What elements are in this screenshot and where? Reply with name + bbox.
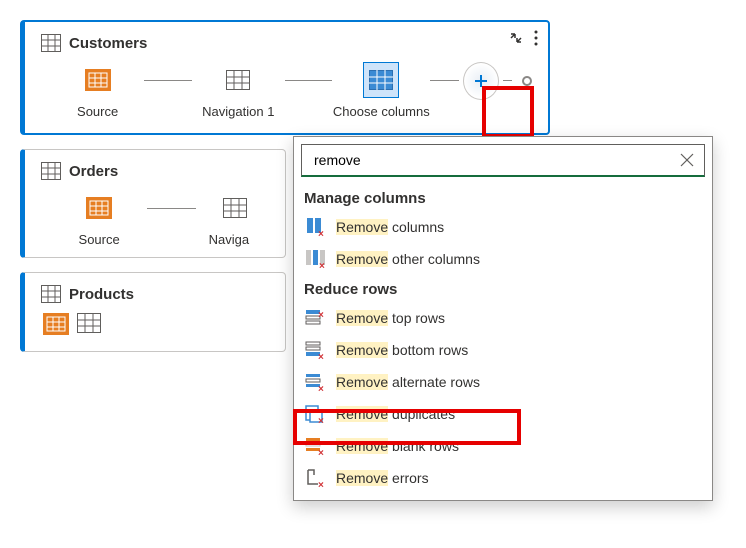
menu-remove-columns[interactable]: × Remove columns [294, 211, 712, 243]
clear-icon[interactable] [680, 153, 694, 167]
menu-remove-duplicates[interactable]: × Remove duplicates [294, 398, 712, 430]
svg-text:×: × [319, 261, 325, 269]
table-icon [41, 285, 61, 303]
steps-row: Source Naviga [41, 190, 269, 247]
step-choose-columns[interactable]: Choose columns [336, 62, 426, 119]
collapse-icon[interactable] [508, 30, 524, 46]
menu-label: Remove duplicates [336, 406, 455, 422]
remove-alternate-rows-icon: × [304, 372, 326, 392]
svg-text:×: × [318, 448, 324, 456]
remove-bottom-rows-icon: × [304, 340, 326, 360]
table-icon [41, 34, 61, 52]
query-card-orders[interactable]: Orders Source Naviga [20, 149, 286, 258]
menu-label: Remove top rows [336, 310, 445, 326]
search-input[interactable] [312, 151, 680, 169]
menu-remove-top-rows[interactable]: × Remove top rows [294, 302, 712, 334]
more-icon[interactable] [534, 30, 538, 46]
section-header: Reduce rows [294, 275, 712, 302]
step-navigation[interactable]: Naviga [200, 190, 269, 247]
end-dot [522, 76, 532, 86]
transform-popup: Manage columns × Remove columns × Remove… [293, 136, 713, 501]
svg-text:×: × [318, 416, 324, 424]
connector [144, 80, 191, 81]
menu-label: Remove blank rows [336, 438, 459, 454]
query-card-products[interactable]: Products [20, 272, 286, 352]
menu-label: Remove bottom rows [336, 342, 468, 358]
svg-text:×: × [318, 480, 324, 488]
step-nav-icon[interactable] [77, 313, 101, 335]
remove-errors-icon: × [304, 468, 326, 488]
svg-text:×: × [318, 310, 324, 321]
card-title: Products [69, 286, 134, 303]
remove-blank-rows-icon: × [304, 436, 326, 456]
card-header: Orders [41, 162, 269, 180]
search-box[interactable] [301, 144, 705, 177]
menu-label: Remove columns [336, 219, 444, 235]
connector [285, 80, 332, 81]
menu-remove-errors[interactable]: × Remove errors [294, 462, 712, 494]
connector [147, 208, 196, 209]
menu-label: Remove errors [336, 470, 429, 486]
step-source[interactable]: Source [55, 190, 143, 247]
card-title: Customers [69, 35, 147, 52]
menu-remove-other-columns[interactable]: × Remove other columns [294, 243, 712, 275]
steps-row: Source Navigation 1 Choose columns [41, 62, 532, 119]
svg-text:×: × [318, 384, 324, 392]
menu-label: Remove other columns [336, 251, 480, 267]
menu-remove-blank-rows[interactable]: × Remove blank rows [294, 430, 712, 462]
step-source[interactable]: Source [55, 62, 140, 119]
card-header: Products [41, 285, 269, 303]
steps-compact [41, 313, 269, 335]
card-header: Customers [41, 34, 532, 52]
section-header: Manage columns [294, 184, 712, 211]
svg-text:×: × [318, 229, 324, 237]
query-card-customers[interactable]: Customers Source Navigation 1 Ch [20, 20, 550, 135]
connector [430, 80, 458, 81]
remove-columns-icon: × [304, 217, 326, 237]
menu-remove-alternate-rows[interactable]: × Remove alternate rows [294, 366, 712, 398]
menu-label: Remove alternate rows [336, 374, 480, 390]
annotation-highlight-add [482, 86, 534, 138]
card-title: Orders [69, 163, 118, 180]
remove-duplicates-icon: × [304, 404, 326, 424]
table-icon [41, 162, 61, 180]
step-navigation[interactable]: Navigation 1 [196, 62, 281, 119]
remove-other-columns-icon: × [304, 249, 326, 269]
step-source-icon[interactable] [43, 313, 69, 335]
connector [503, 80, 512, 81]
remove-top-rows-icon: × [304, 308, 326, 328]
svg-text:×: × [318, 352, 324, 360]
menu-remove-bottom-rows[interactable]: × Remove bottom rows [294, 334, 712, 366]
